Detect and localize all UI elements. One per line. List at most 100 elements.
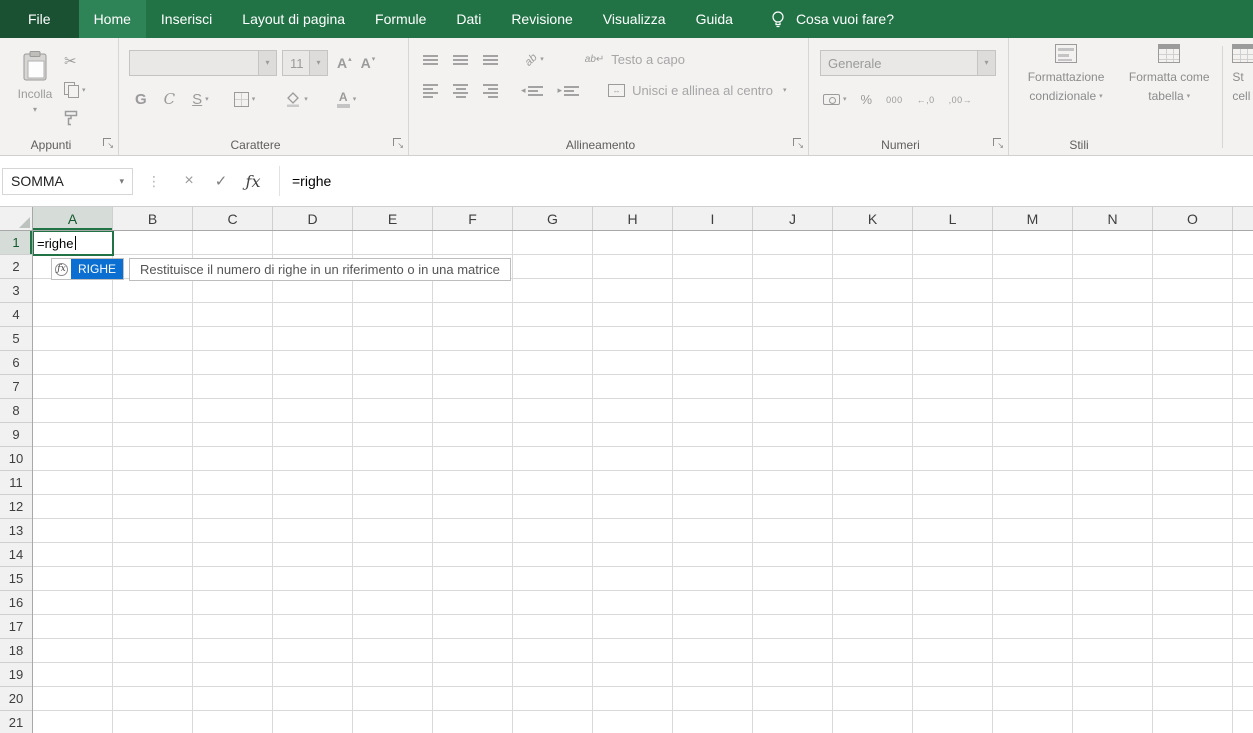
row-header-9[interactable]: 9: [0, 423, 32, 447]
increase-decimal-button[interactable]: ←,0: [917, 95, 935, 105]
column-header-j[interactable]: J: [753, 207, 833, 230]
align-left-button[interactable]: [423, 84, 438, 98]
accounting-format-button[interactable]: ▾: [823, 94, 847, 105]
italic-button[interactable]: C: [164, 90, 175, 108]
select-all-button[interactable]: [0, 207, 33, 231]
decrease-decimal-button[interactable]: ,00→: [949, 95, 973, 105]
row-header-6[interactable]: 6: [0, 351, 32, 375]
dialog-launcher-alignment[interactable]: ↘: [791, 136, 805, 150]
copy-button[interactable]: ▾: [64, 82, 86, 98]
column-header-o[interactable]: O: [1153, 207, 1233, 230]
grid-cells[interactable]: =righe ƒx RIGHE Restituisce il numero di…: [33, 231, 1253, 733]
column-header-m[interactable]: M: [993, 207, 1073, 230]
enter-button[interactable]: ✓: [205, 172, 237, 190]
cell-styles-button[interactable]: St cell: [1226, 44, 1253, 104]
tab-dati[interactable]: Dati: [441, 0, 496, 38]
decrease-font-size-button[interactable]: A ▾: [361, 55, 376, 71]
tab-revisione[interactable]: Revisione: [496, 0, 587, 38]
increase-indent-button[interactable]: ▸: [558, 85, 580, 96]
column-header-f[interactable]: F: [433, 207, 513, 230]
increase-font-size-button[interactable]: A ▴: [337, 55, 352, 71]
name-box[interactable]: SOMMA ▾: [2, 168, 133, 195]
tab-guida[interactable]: Guida: [681, 0, 748, 38]
row-header-2[interactable]: 2: [0, 255, 32, 279]
cut-button[interactable]: ✂: [64, 52, 86, 70]
column-header-l[interactable]: L: [913, 207, 993, 230]
row-header-16[interactable]: 16: [0, 591, 32, 615]
function-icon: ƒx: [52, 259, 71, 279]
paste-button[interactable]: Incolla ▾: [8, 46, 62, 148]
tab-file[interactable]: File: [0, 0, 79, 38]
underline-button[interactable]: S ▾: [192, 91, 209, 108]
row-header-5[interactable]: 5: [0, 327, 32, 351]
column-header-i[interactable]: I: [673, 207, 753, 230]
autocomplete-list[interactable]: ƒx RIGHE: [51, 258, 124, 280]
column-header-c[interactable]: C: [193, 207, 273, 230]
tab-visualizza[interactable]: Visualizza: [588, 0, 681, 38]
row-header-20[interactable]: 20: [0, 687, 32, 711]
column-header-partial[interactable]: [1233, 207, 1253, 230]
orientation-button[interactable]: ab ▾: [525, 54, 544, 66]
conditional-formatting-button[interactable]: Formattazione condizionale ▾: [1013, 44, 1119, 104]
column-header-e[interactable]: E: [353, 207, 433, 230]
row-header-7[interactable]: 7: [0, 375, 32, 399]
percent-style-button[interactable]: %: [861, 92, 873, 107]
tell-me-search[interactable]: Cosa vuoi fare?: [770, 0, 894, 38]
row-header-21[interactable]: 21: [0, 711, 32, 733]
row-header-13[interactable]: 13: [0, 519, 32, 543]
row-header-1[interactable]: 1: [0, 231, 32, 255]
active-cell-a1[interactable]: =righe: [32, 230, 114, 256]
tab-formule[interactable]: Formule: [360, 0, 441, 38]
combo-arrow[interactable]: ▾: [309, 51, 327, 75]
column-header-k[interactable]: K: [833, 207, 913, 230]
row-header-14[interactable]: 14: [0, 543, 32, 567]
tab-inserisci[interactable]: Inserisci: [146, 0, 227, 38]
dialog-launcher-clipboard[interactable]: ↘: [101, 136, 115, 150]
column-header-g[interactable]: G: [513, 207, 593, 230]
formula-input[interactable]: =righe: [288, 173, 1253, 189]
tab-home[interactable]: Home: [79, 0, 146, 38]
row-header-15[interactable]: 15: [0, 567, 32, 591]
insert-function-button[interactable]: ƒx: [237, 172, 269, 191]
number-format-combo[interactable]: Generale ▾: [820, 50, 996, 76]
row-header-18[interactable]: 18: [0, 639, 32, 663]
cancel-button[interactable]: ×: [173, 172, 205, 190]
font-color-button[interactable]: A ▾: [337, 91, 357, 108]
dialog-launcher-font[interactable]: ↘: [391, 136, 405, 150]
combo-arrow[interactable]: ▾: [977, 51, 995, 75]
row-header-8[interactable]: 8: [0, 399, 32, 423]
row-header-19[interactable]: 19: [0, 663, 32, 687]
font-name-combo[interactable]: ▾: [129, 50, 277, 76]
align-top-button[interactable]: [423, 55, 438, 65]
dialog-launcher-number[interactable]: ↘: [991, 136, 1005, 150]
font-size-combo[interactable]: 11 ▾: [282, 50, 328, 76]
row-header-3[interactable]: 3: [0, 279, 32, 303]
row-header-11[interactable]: 11: [0, 471, 32, 495]
formula-bar-grip-icon[interactable]: ⋮: [147, 173, 161, 190]
row-header-17[interactable]: 17: [0, 615, 32, 639]
column-header-a[interactable]: A: [33, 207, 113, 230]
column-header-b[interactable]: B: [113, 207, 193, 230]
autocomplete-item-righe[interactable]: RIGHE: [71, 259, 123, 279]
column-header-n[interactable]: N: [1073, 207, 1153, 230]
row-header-4[interactable]: 4: [0, 303, 32, 327]
column-header-d[interactable]: D: [273, 207, 353, 230]
tab-layout-di-pagina[interactable]: Layout di pagina: [227, 0, 360, 38]
align-bottom-button[interactable]: [483, 55, 498, 65]
decrease-indent-button[interactable]: ◂: [521, 85, 543, 96]
row-header-10[interactable]: 10: [0, 447, 32, 471]
align-center-button[interactable]: [453, 84, 468, 98]
comma-style-button[interactable]: 000: [886, 95, 903, 105]
borders-button[interactable]: ▾: [234, 92, 256, 107]
fill-color-button[interactable]: ▾: [286, 92, 308, 107]
row-header-12[interactable]: 12: [0, 495, 32, 519]
column-header-h[interactable]: H: [593, 207, 673, 230]
format-as-table-button[interactable]: Formatta come tabella ▾: [1119, 44, 1219, 104]
wrap-text-button[interactable]: ab↵ Testo a capo: [585, 52, 685, 67]
bold-button[interactable]: G: [135, 91, 147, 108]
align-right-button[interactable]: [483, 84, 498, 98]
combo-arrow[interactable]: ▾: [258, 51, 276, 75]
align-middle-button[interactable]: [453, 55, 468, 65]
format-painter-button[interactable]: [64, 110, 86, 126]
merge-center-button[interactable]: ↔ Unisci e allinea al centro ▾: [608, 83, 786, 98]
